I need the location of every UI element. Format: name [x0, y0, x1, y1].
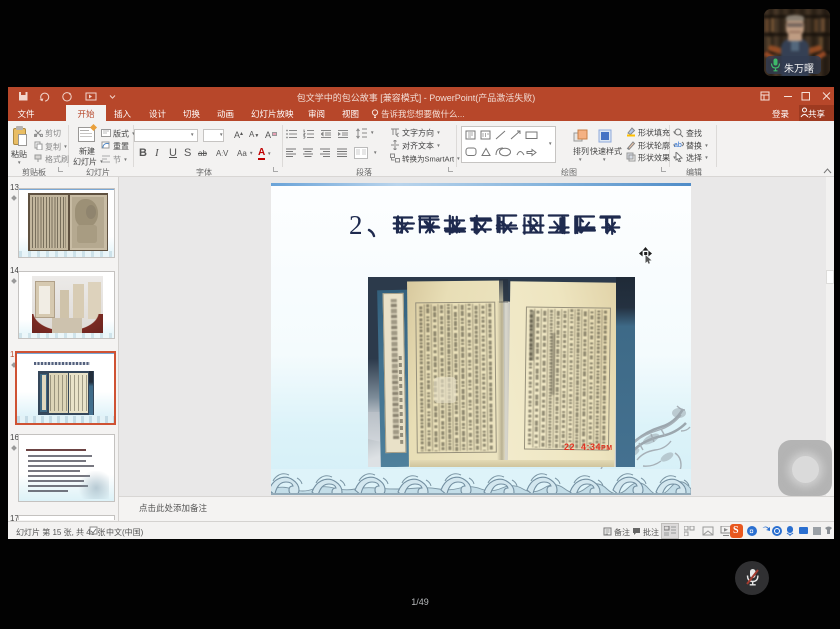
svg-text:¤: ¤ [749, 527, 754, 536]
svg-text:2: 2 [349, 210, 363, 240]
svg-text:ab: ab [674, 142, 682, 149]
